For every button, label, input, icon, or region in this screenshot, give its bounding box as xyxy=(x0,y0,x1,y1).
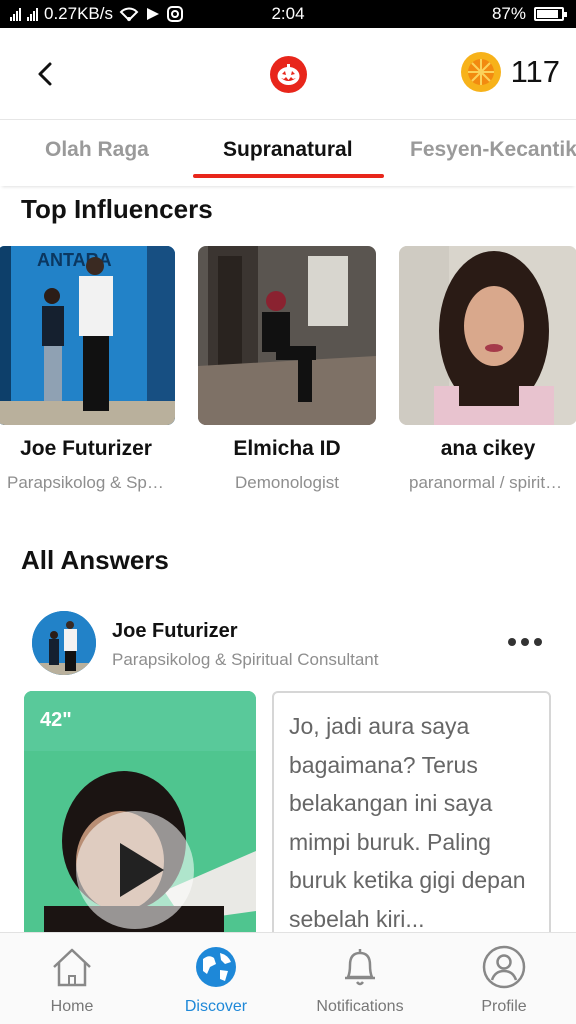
avatar-art xyxy=(32,611,96,675)
coin-count: 117 xyxy=(510,54,560,89)
influencer-role: Demonologist xyxy=(235,473,339,492)
category-tabs: Olah Raga Supranatural Fesyen-Kecantikan xyxy=(0,120,576,186)
influencer-name: ana cikey xyxy=(440,437,536,460)
avatar[interactable] xyxy=(32,611,96,675)
app-header: 117 xyxy=(0,28,576,120)
bell-icon xyxy=(345,949,375,986)
influencer-photo-art xyxy=(198,246,376,425)
question-text[interactable]: Jo, jadi aura saya bagaimana? Terus bela… xyxy=(272,691,551,941)
home-icon xyxy=(53,948,91,987)
influencer-name: Elmicha ID xyxy=(233,437,341,460)
status-right: 87% xyxy=(491,4,567,24)
influencer-role: paranormal / spiritual xyxy=(409,473,568,492)
video-duration: 42" xyxy=(40,709,72,731)
all-answers-title: All Answers xyxy=(21,545,169,575)
influencer-card[interactable]: ANTARA Joe Futurizer Parapsikolog & Spir… xyxy=(0,246,175,493)
orange-slice-coin-icon xyxy=(460,52,501,92)
active-tab-indicator xyxy=(193,174,384,178)
tab-fesyen-kecantikan[interactable]: Fesyen-Kecantikan xyxy=(410,138,576,162)
more-options-icon[interactable] xyxy=(508,630,548,654)
answer-author-role: Parapsikolog & Spiritual Consultant xyxy=(112,650,379,669)
battery-icon xyxy=(534,7,567,21)
tab-olah-raga[interactable]: Olah Raga xyxy=(45,138,149,162)
nav-home[interactable]: Home xyxy=(0,933,144,1024)
influencer-photo xyxy=(399,246,576,425)
status-bar: 0.27KB/s 2:04 87% xyxy=(0,0,576,28)
pumpkin-glyph xyxy=(277,64,300,85)
chevron-left-icon xyxy=(38,62,52,86)
answer-author-name: Joe Futurizer xyxy=(112,620,238,642)
influencer-card[interactable]: Elmicha ID Demonologist xyxy=(198,246,376,493)
answer-video[interactable]: 42" xyxy=(24,691,256,941)
play-button-icon[interactable] xyxy=(76,811,194,929)
battery-percent: 87% xyxy=(491,4,526,23)
profile-icon xyxy=(482,945,526,989)
nav-notifications-label: Notifications xyxy=(316,998,404,1015)
globe-icon xyxy=(196,947,236,987)
influencer-name: Joe Futurizer xyxy=(20,437,152,460)
nav-notifications[interactable]: Notifications xyxy=(288,933,432,1024)
influencer-photo xyxy=(198,246,376,425)
bottom-navigation: Home Discover Notifications Profile xyxy=(0,932,576,1024)
play-glyph xyxy=(120,843,164,897)
coin-balance[interactable]: 117 xyxy=(460,52,560,92)
top-influencers-title: Top Influencers xyxy=(21,194,213,224)
nav-profile-label: Profile xyxy=(481,998,527,1015)
nav-discover-label: Discover xyxy=(184,998,248,1015)
influencer-role: Parapsikolog & Spiritual Consultant xyxy=(7,473,175,492)
nav-home-label: Home xyxy=(50,998,94,1015)
tab-supranatural[interactable]: Supranatural xyxy=(223,138,353,162)
influencer-photo-art xyxy=(399,246,576,425)
coin-glyph xyxy=(462,54,499,90)
pumpkin-icon[interactable] xyxy=(270,56,307,93)
influencer-photo: ANTARA xyxy=(0,246,175,425)
nav-profile[interactable]: Profile xyxy=(432,933,576,1024)
influencer-card[interactable]: ana cikey paranormal / spiritual xyxy=(399,246,576,493)
influencer-photo-art: ANTARA xyxy=(0,246,175,425)
battery-fill xyxy=(537,10,558,18)
nav-discover[interactable]: Discover xyxy=(144,933,288,1024)
back-button[interactable] xyxy=(30,56,60,92)
status-time: 2:04 xyxy=(271,4,305,23)
